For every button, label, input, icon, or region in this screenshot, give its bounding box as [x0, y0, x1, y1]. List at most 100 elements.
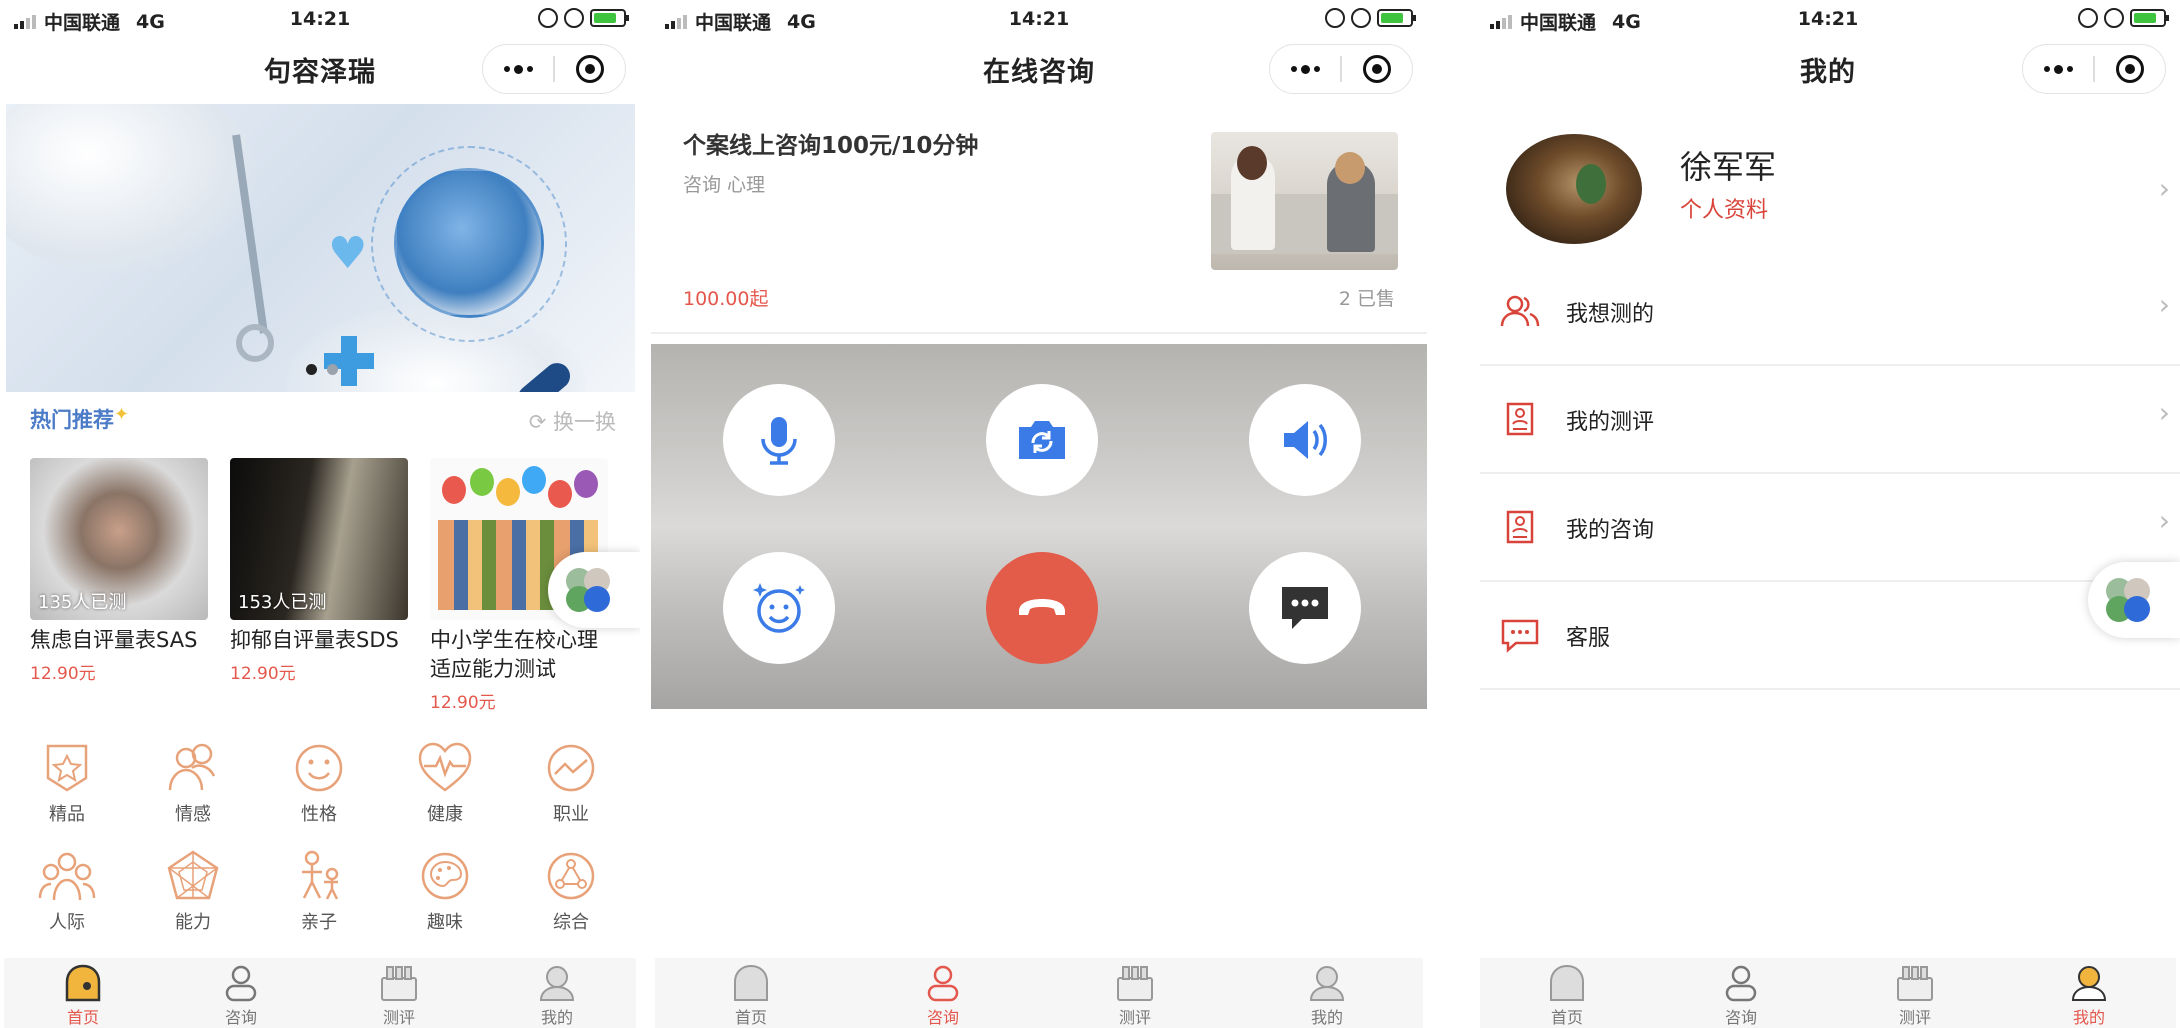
clipboard-icon: [381, 966, 417, 1001]
document-icon: [1506, 402, 1534, 436]
tab-home[interactable]: 首页: [1480, 958, 1654, 1028]
card-title: 焦虑自评量表SAS: [30, 628, 198, 652]
battery-icon: [2130, 9, 2169, 27]
refresh-button[interactable]: ⟳ 换一换: [529, 406, 616, 436]
person-icon: [927, 965, 959, 1002]
category-quwei[interactable]: 趣味: [382, 848, 508, 934]
heart-pulse-icon: [418, 742, 472, 792]
tab-consult[interactable]: 咨询: [162, 958, 320, 1028]
product-image: [1211, 132, 1398, 270]
product-tags: 咨询 心理: [683, 174, 766, 196]
home-screen: 中国联通 4G 14:21 句容泽瑞 ♥ 热门推荐✦ ⟳ 换一换 135人已测: [0, 0, 640, 1028]
menu-item-my-assessments[interactable]: 我的测评 ›: [1480, 366, 2180, 474]
tab-mine[interactable]: 我的: [1231, 958, 1423, 1028]
mini-program-capsule: [482, 44, 626, 94]
card-title: 抑郁自评量表SDS: [230, 628, 399, 652]
profile-icon: [2071, 966, 2107, 1001]
sparkle-face-icon: [753, 583, 805, 633]
alarm-icon: [564, 8, 584, 28]
tab-home[interactable]: 首页: [655, 958, 847, 1028]
card-title: 中小学生在校心理适应能力测试: [430, 628, 598, 681]
clipboard-icon: [1897, 966, 1933, 1001]
test-card-depression[interactable]: 153人已测 抑郁自评量表SDS 12.90元: [230, 458, 408, 684]
users-icon: [1500, 295, 1540, 327]
category-zonghe[interactable]: 综合: [508, 848, 634, 934]
username: 徐军军: [1680, 148, 1777, 186]
card-image: 153人已测: [230, 458, 408, 620]
microphone-icon: [761, 417, 797, 465]
refresh-icon: ⟳: [528, 410, 547, 434]
nav-bar: 在线咨询: [651, 40, 1427, 96]
menu-item-my-consults[interactable]: 我的咨询 ›: [1480, 474, 2180, 582]
card-image: 135人已测: [30, 458, 208, 620]
battery-icon: [1377, 9, 1416, 27]
menu-item-customer-service[interactable]: 客服: [1480, 582, 2180, 690]
category-nengli[interactable]: 能力: [130, 848, 256, 934]
more-icon[interactable]: [2023, 64, 2093, 74]
card-price: 12.90元: [430, 693, 496, 713]
category-grid: 精品 情感 性格 健康 职业 人际 能力 亲子 趣味 综合: [4, 740, 636, 940]
switch-camera-icon: [1019, 421, 1065, 459]
close-mini-program-icon[interactable]: [2095, 55, 2165, 83]
banner-carousel[interactable]: ♥: [6, 104, 635, 392]
chevron-right-icon: ›: [2158, 172, 2170, 205]
close-mini-program-icon[interactable]: [555, 55, 625, 83]
tab-home[interactable]: 首页: [4, 958, 162, 1028]
consult-product-card[interactable]: 个案线上咨询100元/10分钟 咨询 心理 100.00起 2 已售: [651, 112, 1427, 334]
orientation-lock-icon: [2078, 8, 2098, 28]
floating-assistant-button[interactable]: [548, 552, 640, 628]
category-renji[interactable]: 人际: [4, 848, 130, 934]
chevron-right-icon: ›: [2158, 396, 2170, 429]
trend-icon: [547, 744, 595, 792]
profile-header[interactable]: 徐军军 个人资料 ›: [1476, 120, 2180, 260]
beauty-filter-button[interactable]: [723, 552, 835, 664]
chat-button[interactable]: [1249, 552, 1361, 664]
tab-bar: 首页 咨询 测评 我的: [4, 958, 636, 1028]
floating-assistant-button[interactable]: [2088, 562, 2180, 638]
tab-assessment[interactable]: 测评: [1039, 958, 1231, 1028]
group-icon: [38, 852, 96, 901]
menu-item-wishlist[interactable]: 我想测的 ›: [1480, 258, 2180, 366]
alarm-icon: [1351, 8, 1371, 28]
nav-bar: 我的: [1476, 40, 2180, 96]
category-qinggan[interactable]: 情感: [130, 740, 256, 826]
recommend-list: 135人已测 焦虑自评量表SAS 12.90元 153人已测 抑郁自评量表SDS…: [30, 458, 630, 718]
more-icon[interactable]: [483, 64, 553, 74]
tab-mine[interactable]: 我的: [478, 958, 636, 1028]
orientation-lock-icon: [538, 8, 558, 28]
category-jiankang[interactable]: 健康: [382, 740, 508, 826]
category-xingge[interactable]: 性格: [256, 740, 382, 826]
sparkle-icon: ✦: [114, 404, 130, 425]
home-icon: [65, 964, 101, 1002]
microphone-button[interactable]: [723, 384, 835, 496]
hang-up-button[interactable]: [986, 552, 1098, 664]
card-price: 12.90元: [30, 664, 96, 684]
tab-consult[interactable]: 咨询: [1654, 958, 1828, 1028]
card-count: 153人已测: [238, 592, 327, 613]
radar-icon: [167, 850, 219, 900]
network-icon: [547, 852, 595, 900]
category-zhiye[interactable]: 职业: [508, 740, 634, 826]
close-mini-program-icon[interactable]: [1342, 55, 1412, 83]
category-jingpin[interactable]: 精品: [4, 740, 130, 826]
tab-assessment[interactable]: 测评: [320, 958, 478, 1028]
clipboard-icon: [1117, 966, 1153, 1001]
tab-mine[interactable]: 我的: [2002, 958, 2176, 1028]
test-card-anxiety[interactable]: 135人已测 焦虑自评量表SAS 12.90元: [30, 458, 208, 684]
profile-icon: [539, 966, 575, 1001]
tab-bar: 首页 咨询 测评 我的: [1480, 958, 2176, 1028]
speaker-button[interactable]: [1249, 384, 1361, 496]
chevron-right-icon: ›: [2158, 288, 2170, 321]
clock: 14:21: [1008, 8, 1070, 30]
smile-icon: [295, 744, 343, 792]
battery-icon: [590, 9, 629, 27]
profile-link[interactable]: 个人资料: [1680, 192, 1768, 224]
switch-camera-button[interactable]: [986, 384, 1098, 496]
profile-icon: [1309, 966, 1345, 1001]
tab-consult[interactable]: 咨询: [847, 958, 1039, 1028]
tab-assessment[interactable]: 测评: [1828, 958, 2002, 1028]
more-icon[interactable]: [1270, 64, 1340, 74]
couple-icon: [168, 743, 216, 791]
consult-screen: 中国联通 4G 14:21 在线咨询 个案线上咨询100元/10分钟 咨询 心理…: [651, 0, 1427, 1028]
category-qinzi[interactable]: 亲子: [256, 848, 382, 934]
